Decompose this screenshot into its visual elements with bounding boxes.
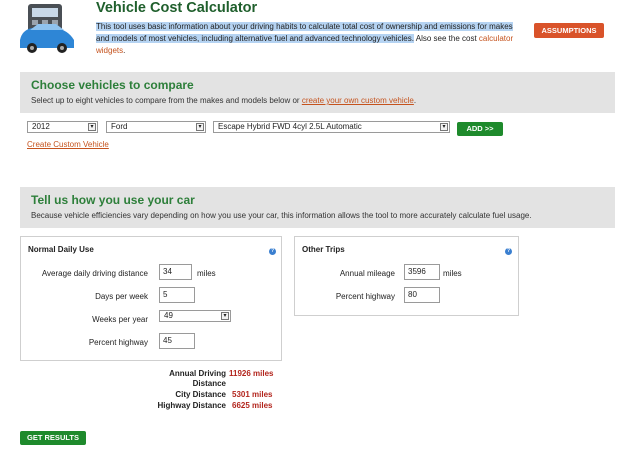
choose-vehicles-section: Choose vehicles to compare Select up to …: [20, 72, 615, 113]
assumptions-button[interactable]: ASSUMPTIONS: [534, 23, 604, 38]
other-percent-highway-input[interactable]: 80: [404, 287, 440, 303]
days-per-week-input[interactable]: 5: [159, 287, 195, 303]
page-title: Vehicle Cost Calculator: [96, 0, 258, 16]
chevron-down-icon: ▾: [88, 123, 96, 131]
get-results-button[interactable]: GET RESULTS: [20, 431, 86, 445]
annual-driving-label-1: Annual Driving: [169, 369, 226, 378]
annual-mileage-label: Annual mileage: [339, 269, 395, 278]
year-select[interactable]: 2012 ▾: [27, 121, 98, 133]
help-icon[interactable]: ?: [269, 248, 276, 255]
make-select[interactable]: Ford ▾: [106, 121, 206, 133]
create-custom-vehicle-link[interactable]: create your own custom vehicle: [302, 96, 414, 105]
chevron-down-icon: ▾: [196, 123, 204, 131]
chevron-down-icon: ▾: [221, 312, 229, 320]
weeks-per-year-label: Weeks per year: [92, 315, 148, 324]
weeks-per-year-value: 49: [164, 311, 173, 320]
annual-mileage-unit: miles: [443, 269, 462, 278]
annual-driving-label-2: Distance: [192, 379, 226, 388]
other-trips-title: Other Trips: [302, 245, 345, 254]
city-distance-label: City Distance: [175, 390, 226, 399]
usage-section: Tell us how you use your car Because veh…: [20, 187, 615, 228]
avg-distance-label: Average daily driving distance: [41, 269, 148, 278]
city-distance-value: 5301 miles: [232, 390, 273, 399]
choose-subtitle-text: Select up to eight vehicles to compare f…: [31, 96, 302, 105]
intro-text: This tool uses basic information about y…: [96, 21, 516, 57]
usage-subtitle: Because vehicle efficiencies vary depend…: [31, 211, 532, 220]
choose-subtitle-end: .: [413, 96, 417, 105]
help-icon[interactable]: ?: [505, 248, 512, 255]
model-select[interactable]: Escape Hybrid FWD 4cyl 2.5L Automatic ▾: [213, 121, 450, 133]
highway-distance-value: 6625 miles: [232, 401, 273, 410]
create-custom-vehicle-button[interactable]: Create Custom Vehicle: [27, 140, 109, 149]
year-value: 2012: [32, 122, 50, 131]
normal-daily-use-panel: Normal Daily Use ? Average daily driving…: [20, 236, 282, 361]
avg-distance-input[interactable]: 34: [159, 264, 192, 280]
highway-distance-label: Highway Distance: [157, 401, 226, 410]
usage-title: Tell us how you use your car: [31, 193, 195, 207]
model-value: Escape Hybrid FWD 4cyl 2.5L Automatic: [218, 122, 362, 131]
avg-distance-unit: miles: [197, 269, 216, 278]
add-vehicle-button[interactable]: ADD >>: [457, 122, 503, 136]
normal-daily-use-title: Normal Daily Use: [28, 245, 94, 254]
annual-driving-value: 11926 miles: [229, 369, 274, 378]
days-per-week-label: Days per week: [95, 292, 148, 301]
weeks-per-year-select[interactable]: 49 ▾: [159, 310, 231, 322]
choose-vehicles-subtitle: Select up to eight vehicles to compare f…: [31, 96, 416, 105]
choose-vehicles-title: Choose vehicles to compare: [31, 78, 194, 92]
other-trips-panel: Other Trips ? Annual mileage 3596 miles …: [294, 236, 519, 316]
annual-mileage-input[interactable]: 3596: [404, 264, 440, 280]
intro-end: .: [123, 46, 126, 55]
other-percent-highway-label: Percent highway: [335, 292, 395, 301]
car-calculator-icon: [16, 2, 78, 54]
percent-highway-input[interactable]: 45: [159, 333, 195, 349]
percent-highway-label: Percent highway: [88, 338, 148, 347]
chevron-down-icon: ▾: [440, 123, 448, 131]
intro-rest: Also see the cost: [413, 34, 479, 43]
make-value: Ford: [111, 122, 128, 131]
